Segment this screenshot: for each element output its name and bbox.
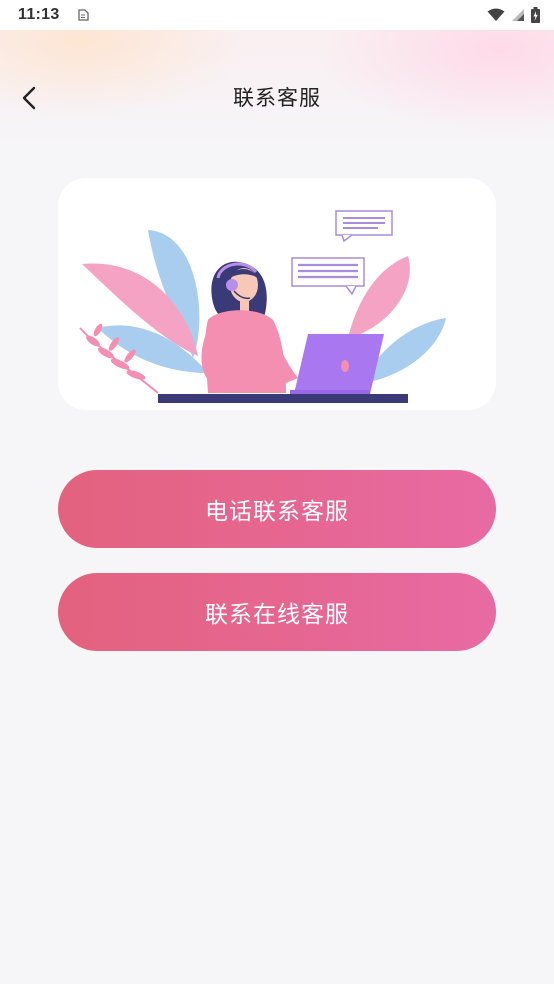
signal-icon <box>512 9 524 21</box>
battery-icon <box>531 7 540 23</box>
customer-service-illustration <box>79 210 446 403</box>
page-title: 联系客服 <box>233 86 321 110</box>
laptop <box>290 334 384 395</box>
speech-bubble-top <box>335 210 393 243</box>
speech-bubble-middle <box>291 257 365 296</box>
phone-contact-button[interactable]: 电话联系客服 <box>58 470 496 548</box>
status-time: 11:13 <box>18 6 60 23</box>
wifi-icon <box>487 8 505 21</box>
notification-icon <box>78 9 89 21</box>
customer-service-illustration-card <box>58 178 496 410</box>
status-bar: 11:13 <box>0 0 554 30</box>
desk <box>158 394 408 403</box>
status-indicators <box>487 6 540 24</box>
online-contact-button[interactable]: 联系在线客服 <box>58 573 496 651</box>
navigation-bar: 联系客服 <box>0 62 554 132</box>
agent-figure <box>201 261 298 393</box>
